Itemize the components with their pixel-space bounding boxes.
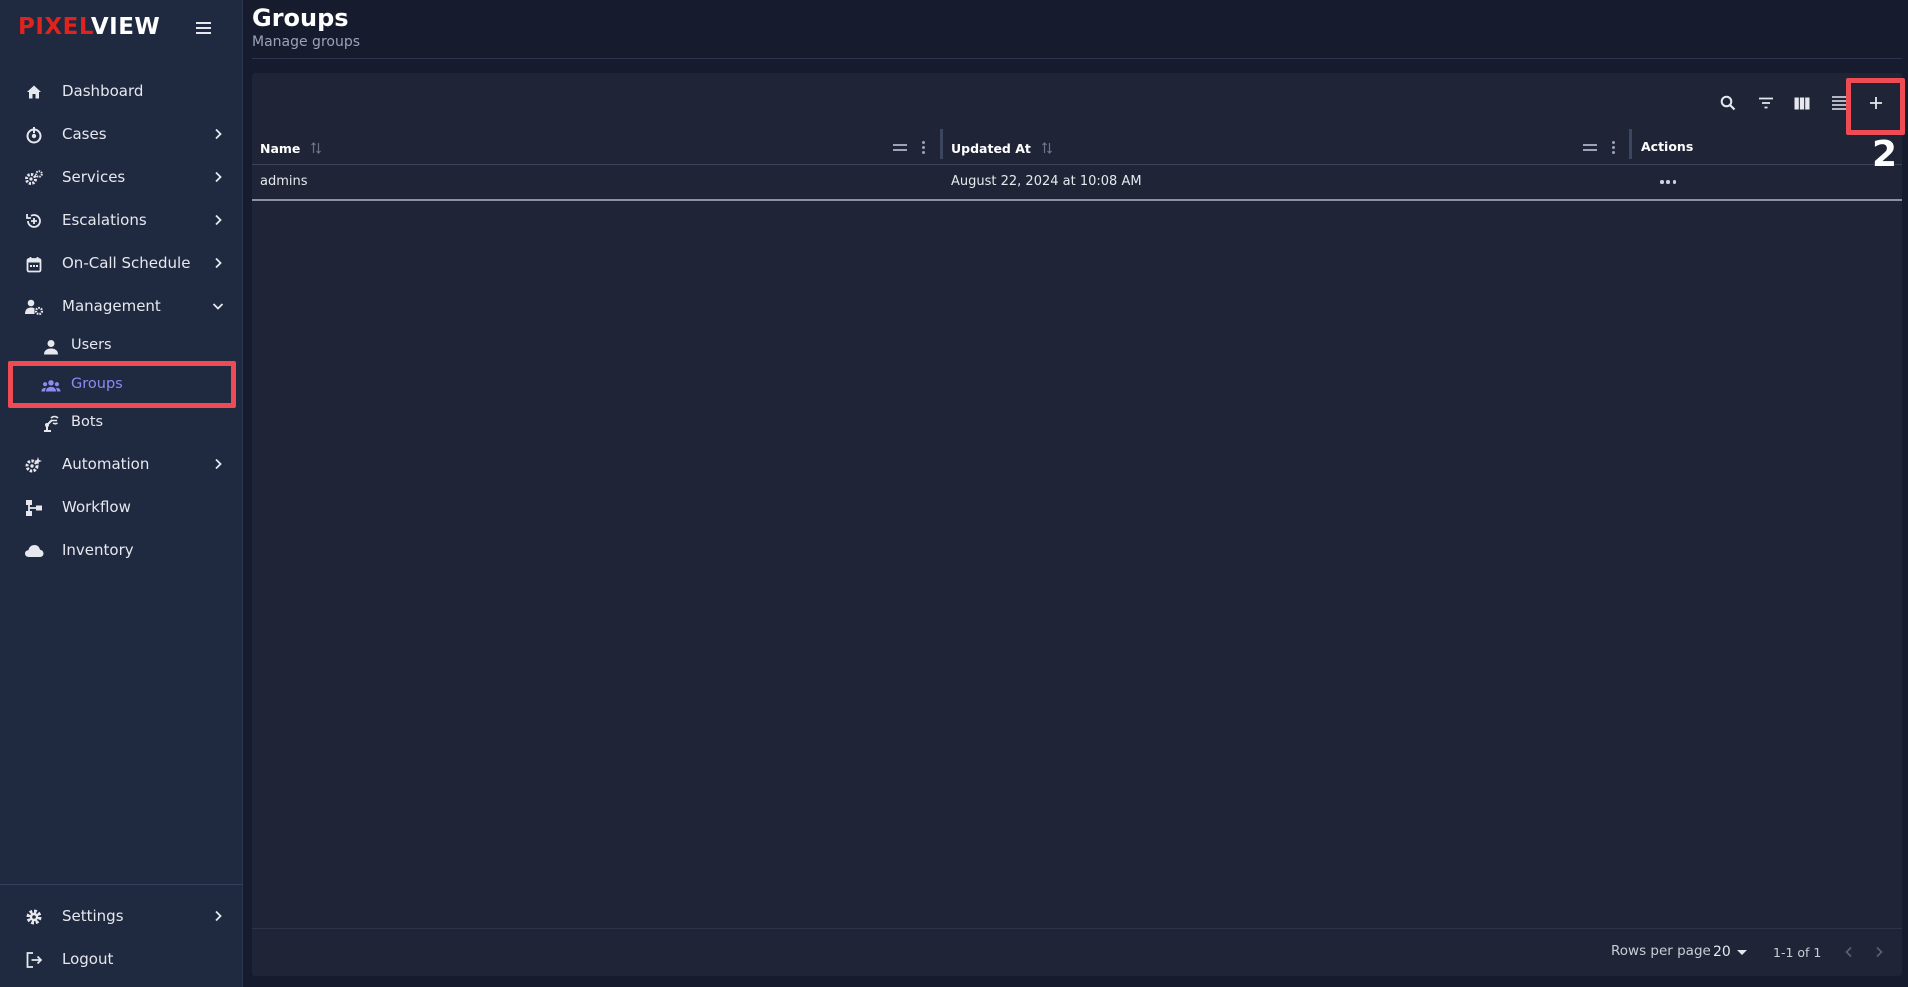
- table-footer-divider: [252, 928, 1902, 929]
- table-header-divider: [252, 164, 1902, 165]
- sidebar-item-automation[interactable]: Automation: [0, 445, 243, 483]
- sidebar-item-label: On-Call Schedule: [62, 254, 191, 272]
- column-header-label: Name: [260, 140, 301, 156]
- column-menu-icon[interactable]: [1610, 139, 1616, 155]
- pagination-range: 1-1 of 1: [1773, 945, 1822, 960]
- sidebar-subitem-label: Bots: [71, 414, 104, 430]
- sidebar-item-label: Workflow: [62, 498, 131, 516]
- chevron-right-icon: [209, 211, 227, 229]
- bot-icon: [41, 414, 61, 434]
- chevron-right-icon: [209, 254, 227, 272]
- sidebar-subitem-users[interactable]: Users: [8, 327, 235, 365]
- escalations-icon: [24, 211, 44, 231]
- sidebar-divider: [0, 884, 243, 885]
- sidebar-item-inventory[interactable]: Inventory: [0, 531, 243, 569]
- home-icon: [24, 82, 44, 102]
- workflow-icon: [24, 498, 44, 518]
- calendar-icon: [24, 254, 44, 274]
- chevron-right-icon: [209, 168, 227, 186]
- rows-per-page-value: 20: [1713, 944, 1731, 960]
- column-header-name[interactable]: Name: [260, 133, 322, 163]
- cloud-icon: [24, 541, 44, 561]
- filter-icon[interactable]: [1752, 89, 1780, 117]
- search-icon[interactable]: [1714, 89, 1742, 117]
- sidebar-item-label: Logout: [62, 950, 114, 968]
- column-header-actions: Actions: [1641, 131, 1693, 161]
- column-menu-icon[interactable]: [920, 139, 926, 155]
- cell-name[interactable]: admins: [260, 174, 308, 189]
- sort-icon[interactable]: [310, 142, 322, 154]
- drag-handle-icon[interactable]: [1583, 141, 1597, 153]
- drag-handle-icon[interactable]: [893, 141, 907, 153]
- sidebar-item-settings[interactable]: Settings: [0, 897, 243, 935]
- groups-table-card: Name Updated At Actions admins August 22…: [252, 73, 1902, 976]
- next-page-icon[interactable]: [1869, 942, 1889, 962]
- sidebar-item-label: Automation: [62, 455, 150, 473]
- column-header-label: Actions: [1641, 138, 1694, 154]
- column-resize-handle[interactable]: [940, 129, 943, 159]
- column-header-updated-at[interactable]: Updated At: [951, 133, 1053, 163]
- settings-icon: [24, 907, 44, 927]
- chevron-right-icon: [209, 125, 227, 143]
- menu-toggle-icon[interactable]: [191, 18, 215, 38]
- columns-icon[interactable]: [1788, 89, 1816, 117]
- sidebar-item-cases[interactable]: Cases: [0, 115, 243, 153]
- sidebar-subitem-label: Users: [71, 337, 112, 353]
- sidebar-item-label: Inventory: [62, 541, 134, 559]
- sidebar-item-workflow[interactable]: Workflow: [0, 488, 243, 526]
- rows-per-page-label: Rows per page: [1611, 943, 1711, 959]
- brand-logo-part1: PIXEL: [18, 14, 91, 40]
- cases-icon: [24, 125, 44, 145]
- user-icon: [41, 337, 61, 357]
- highlight-box-groups: [8, 361, 236, 408]
- sort-icon[interactable]: [1041, 142, 1053, 154]
- cell-updated-at: August 22, 2024 at 10:08 AM: [951, 174, 1142, 189]
- chevron-down-icon: [209, 297, 227, 315]
- row-actions-more-icon[interactable]: [1660, 179, 1676, 185]
- caret-down-icon: [1736, 949, 1747, 955]
- sidebar-item-logout[interactable]: Logout: [0, 940, 243, 978]
- sidebar-subitem-bots[interactable]: Bots: [8, 404, 235, 442]
- sidebar-item-escalations[interactable]: Escalations: [0, 201, 243, 239]
- sidebar: PIXELVIEW Dashboard Cases Services Escal…: [0, 0, 243, 987]
- annotation-number-2: 2: [1872, 134, 1898, 175]
- sidebar-item-services[interactable]: Services: [0, 158, 243, 196]
- rows-per-page-select[interactable]: 20: [1713, 942, 1753, 962]
- sidebar-item-on-call-schedule[interactable]: On-Call Schedule: [0, 244, 243, 282]
- sidebar-item-label: Dashboard: [62, 82, 144, 100]
- table-row-divider: [252, 199, 1902, 201]
- automation-icon: [24, 455, 44, 475]
- services-gear-icon: [24, 168, 44, 188]
- sidebar-item-label: Escalations: [62, 211, 147, 229]
- management-icon: [24, 297, 44, 317]
- previous-page-icon[interactable]: [1839, 942, 1859, 962]
- brand-logo-part2: VIEW: [90, 14, 161, 40]
- column-header-label: Updated At: [951, 140, 1031, 156]
- sidebar-item-management[interactable]: Management: [0, 287, 243, 325]
- column-resize-handle[interactable]: [1629, 129, 1632, 159]
- brand-logo[interactable]: PIXELVIEW: [18, 14, 160, 44]
- sidebar-item-dashboard[interactable]: Dashboard: [0, 72, 243, 110]
- sidebar-item-label: Settings: [62, 907, 124, 925]
- chevron-right-icon: [209, 907, 227, 925]
- chevron-right-icon: [209, 455, 227, 473]
- page-subtitle: Manage groups: [252, 34, 361, 50]
- logout-icon: [24, 950, 44, 970]
- sidebar-item-label: Cases: [62, 125, 107, 143]
- highlight-box-add-button: [1846, 78, 1905, 135]
- header-divider: [252, 58, 1902, 59]
- page-title: Groups: [252, 4, 349, 32]
- sidebar-item-label: Management: [62, 297, 161, 315]
- sidebar-item-label: Services: [62, 168, 126, 186]
